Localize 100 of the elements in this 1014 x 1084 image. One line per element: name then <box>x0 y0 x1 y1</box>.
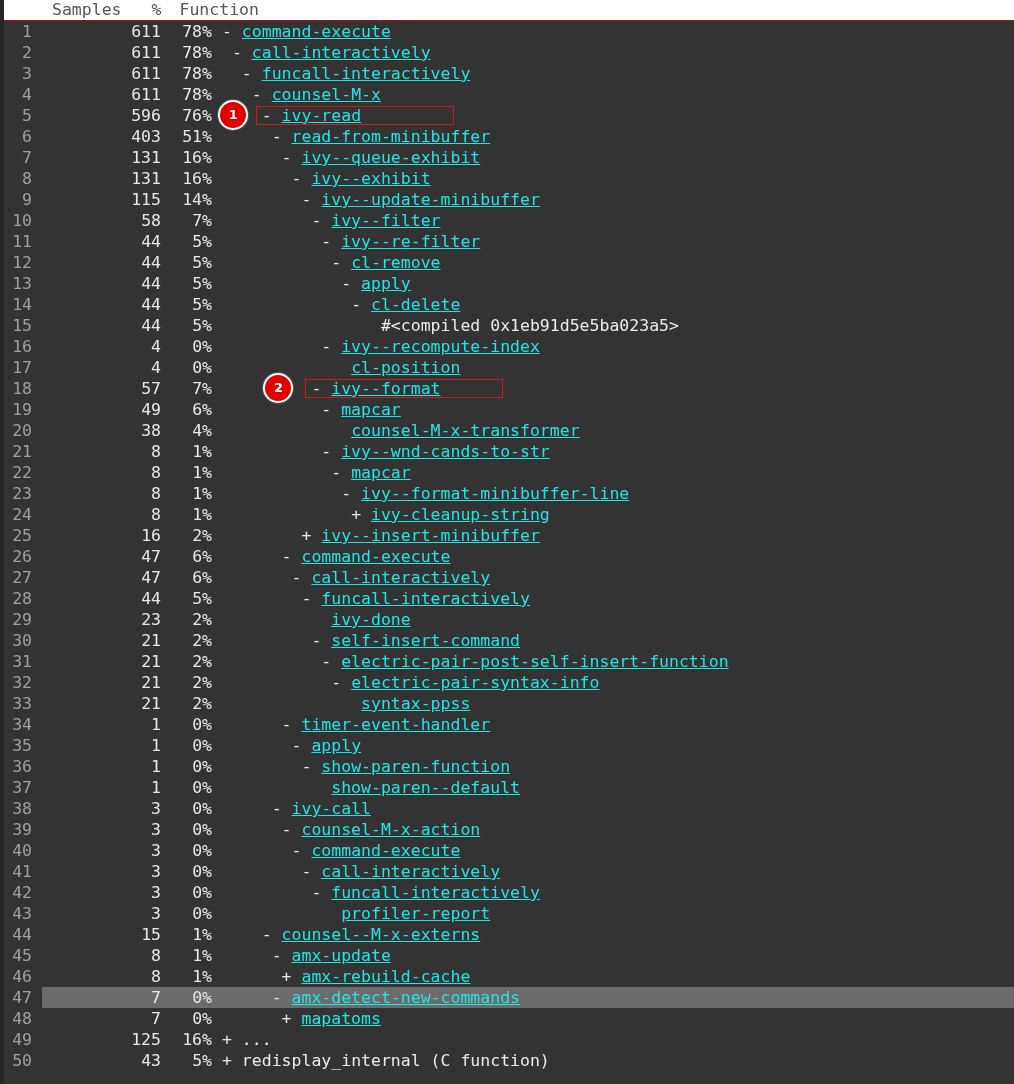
expand-toggle[interactable]: - <box>351 294 371 315</box>
function-link[interactable]: ivy--exhibit <box>311 168 431 189</box>
function-link[interactable]: electric-pair-post-self-insert-function <box>341 651 729 672</box>
function-link[interactable]: ivy-done <box>331 609 411 630</box>
percent-value: 0% <box>191 861 212 882</box>
function-link[interactable]: call-interactively <box>321 861 501 882</box>
line-number: 6 <box>21 126 32 147</box>
function-link[interactable]: profiler-report <box>341 903 491 924</box>
expand-toggle[interactable]: - <box>311 210 332 231</box>
function-link[interactable]: read-from-minibuffer <box>291 126 491 147</box>
function-link[interactable]: counsel-M-x <box>271 84 381 105</box>
function-link[interactable]: self-insert-command <box>331 630 520 651</box>
column-header[interactable]: Samples <box>52 0 122 20</box>
expand-toggle[interactable]: - <box>331 252 352 273</box>
function-link[interactable]: command-execute <box>311 840 461 861</box>
function-link[interactable]: show-paren--default <box>331 777 520 798</box>
expand-toggle[interactable]: - <box>301 756 322 777</box>
expand-toggle[interactable]: - <box>341 483 362 504</box>
function-link[interactable]: call-interactively <box>311 567 491 588</box>
function-link[interactable]: show-paren-function <box>321 756 511 777</box>
line-number: 33 <box>11 693 32 714</box>
function-link[interactable]: amx-update <box>291 945 391 966</box>
expand-toggle[interactable]: - <box>341 273 362 294</box>
function-link[interactable]: funcall-interactively <box>331 882 540 903</box>
expand-toggle[interactable]: - <box>311 630 332 651</box>
function-link[interactable]: mapcar <box>341 399 401 420</box>
expand-toggle[interactable]: - <box>251 84 272 105</box>
function-link[interactable]: amx-rebuild-cache <box>301 966 471 987</box>
expand-toggle[interactable]: - <box>301 861 322 882</box>
function-link[interactable]: ivy--insert-minibuffer <box>321 525 540 546</box>
expand-toggle[interactable]: - <box>321 651 342 672</box>
function-link[interactable]: cl-position <box>351 357 461 378</box>
function-link[interactable]: ivy-call <box>291 798 371 819</box>
expand-toggle[interactable]: + <box>301 525 322 546</box>
expand-toggle[interactable]: - <box>271 798 292 819</box>
expand-toggle[interactable]: - <box>321 336 342 357</box>
expand-toggle[interactable]: - <box>281 546 302 567</box>
line-number: 23 <box>11 483 32 504</box>
line-number: 21 <box>11 441 32 462</box>
column-header[interactable]: % <box>151 0 162 20</box>
expand-toggle[interactable]: - <box>261 105 282 126</box>
function-link[interactable]: mapcar <box>351 462 411 483</box>
function-link[interactable]: ivy--queue-exhibit <box>301 147 481 168</box>
expand-toggle[interactable]: - <box>241 63 262 84</box>
expand-toggle[interactable]: - <box>311 378 332 399</box>
function-link[interactable]: ivy--filter <box>331 210 441 231</box>
function-link[interactable]: command-execute <box>241 21 391 42</box>
function-link[interactable]: mapatoms <box>301 1008 381 1029</box>
function-link[interactable]: timer-event-handler <box>301 714 491 735</box>
expand-toggle[interactable]: - <box>301 189 322 210</box>
expand-toggle[interactable]: - <box>321 399 342 420</box>
expand-toggle[interactable]: - <box>291 735 312 756</box>
expand-toggle[interactable]: - <box>281 714 302 735</box>
expand-toggle[interactable]: - <box>291 168 312 189</box>
function-link[interactable]: apply <box>361 273 411 294</box>
expand-toggle[interactable]: + <box>222 1029 242 1050</box>
function-link[interactable]: funcall-interactively <box>261 63 471 84</box>
expand-toggle[interactable]: - <box>301 588 322 609</box>
expand-toggle[interactable]: - <box>321 231 342 252</box>
function-link[interactable]: funcall-interactively <box>321 588 530 609</box>
expand-toggle[interactable]: - <box>331 462 352 483</box>
function-link[interactable]: command-execute <box>301 546 451 567</box>
expand-toggle[interactable]: - <box>321 441 342 462</box>
function-link[interactable]: counsel--M-x-externs <box>281 924 481 945</box>
function-link[interactable]: electric-pair-syntax-info <box>351 672 600 693</box>
expand-toggle[interactable]: + <box>281 1008 302 1029</box>
function-link[interactable]: ivy-cleanup-string <box>371 504 550 525</box>
function-link[interactable]: ivy--format <box>331 378 441 399</box>
expand-toggle[interactable]: - <box>281 819 302 840</box>
expand-toggle[interactable]: - <box>261 924 282 945</box>
expand-toggle[interactable]: + <box>222 1050 242 1071</box>
function-link[interactable]: ivy-read <box>281 105 362 126</box>
function-link[interactable]: ivy--format-minibuffer-line <box>361 483 630 504</box>
expand-toggle[interactable]: - <box>271 987 292 1008</box>
expand-toggle[interactable]: - <box>231 42 252 63</box>
expand-toggle[interactable]: - <box>291 840 312 861</box>
function-link[interactable]: cl-delete <box>371 294 461 315</box>
function-link[interactable]: ivy--recompute-index <box>341 336 540 357</box>
expand-toggle[interactable]: - <box>271 945 292 966</box>
function-link[interactable]: call-interactively <box>251 42 431 63</box>
expand-toggle[interactable]: - <box>291 567 312 588</box>
percent-value: 2% <box>191 651 212 672</box>
function-link[interactable]: apply <box>311 735 362 756</box>
sample-count: 8 <box>150 966 161 987</box>
column-header[interactable]: Function <box>179 0 259 20</box>
expand-toggle[interactable]: - <box>281 147 302 168</box>
expand-toggle[interactable]: + <box>281 966 302 987</box>
expand-toggle[interactable]: - <box>222 21 242 42</box>
function-link[interactable]: ivy--wnd-cands-to-str <box>341 441 550 462</box>
expand-toggle[interactable]: + <box>351 504 371 525</box>
function-link[interactable]: syntax-ppss <box>361 693 471 714</box>
function-link[interactable]: ivy--re-filter <box>341 231 481 252</box>
expand-toggle[interactable]: - <box>311 882 332 903</box>
function-link[interactable]: ivy--update-minibuffer <box>321 189 540 210</box>
function-link[interactable]: cl-remove <box>351 252 441 273</box>
line-number: 48 <box>11 1008 32 1029</box>
expand-toggle[interactable]: - <box>331 672 352 693</box>
expand-toggle[interactable]: - <box>271 126 292 147</box>
function-link[interactable]: counsel-M-x-action <box>301 819 481 840</box>
function-link[interactable]: counsel-M-x-transformer <box>351 420 580 441</box>
